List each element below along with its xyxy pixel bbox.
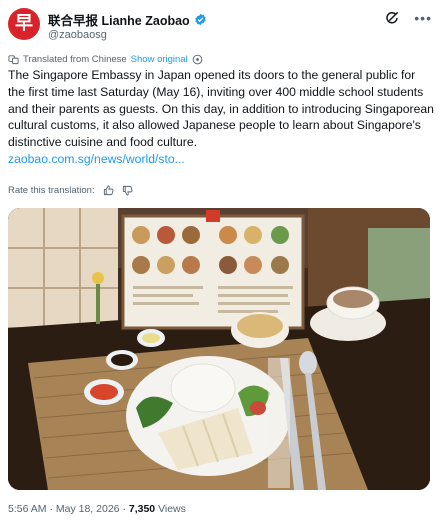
thumbs-down-icon[interactable] — [122, 185, 133, 196]
header-actions: ••• — [384, 10, 432, 26]
tweet-header: 早 联合早报 Lianhe Zaobao @zaobaosg ••• — [8, 8, 432, 44]
tweet-body: The Singapore Embassy in Japan opened it… — [8, 67, 434, 168]
meta-separator: · — [49, 503, 53, 515]
spoon — [299, 351, 317, 375]
rate-label: Rate this translation: — [8, 184, 95, 196]
flower — [92, 272, 104, 284]
show-original-link[interactable]: Show original — [131, 54, 188, 65]
photo-illustration — [8, 208, 430, 490]
red-ornament — [206, 210, 220, 222]
tweet-text: The Singapore Embassy in Japan opened it… — [8, 68, 434, 150]
view-count: 7,350 — [128, 503, 156, 515]
info-icon[interactable] — [192, 54, 203, 65]
verified-badge-icon — [195, 13, 206, 25]
translation-label: Translated from Chinese — [23, 53, 127, 65]
display-name[interactable]: 联合早报 Lianhe Zaobao — [48, 10, 190, 29]
tweet-date[interactable]: May 18, 2026 — [56, 503, 120, 515]
tweet-photo[interactable] — [8, 208, 430, 490]
translate-icon — [8, 54, 19, 64]
tweet-meta: 5:56 AM · May 18, 2026 · 7,350 Views — [8, 503, 186, 515]
author-name-row[interactable]: 联合早报 Lianhe Zaobao — [48, 10, 207, 29]
translation-notice: Translated from Chinese Show original — [8, 52, 207, 66]
napkin — [268, 358, 290, 488]
avatar[interactable]: 早 — [8, 8, 40, 40]
tea — [333, 290, 373, 308]
tomato — [250, 401, 266, 415]
thumbs-up-icon[interactable] — [103, 184, 114, 196]
rice — [170, 363, 236, 413]
rate-translation: Rate this translation: — [8, 183, 133, 197]
tweet-time[interactable]: 5:56 AM — [8, 503, 47, 515]
meta-separator: · — [122, 503, 126, 515]
views-label: Views — [158, 503, 186, 515]
account-handle[interactable]: @zaobaosg — [48, 29, 107, 41]
grok-icon[interactable] — [384, 10, 400, 26]
article-link[interactable]: zaobao.com.sg/news/world/sto... — [8, 151, 434, 168]
soup — [237, 314, 283, 338]
more-options-icon[interactable]: ••• — [414, 11, 432, 25]
